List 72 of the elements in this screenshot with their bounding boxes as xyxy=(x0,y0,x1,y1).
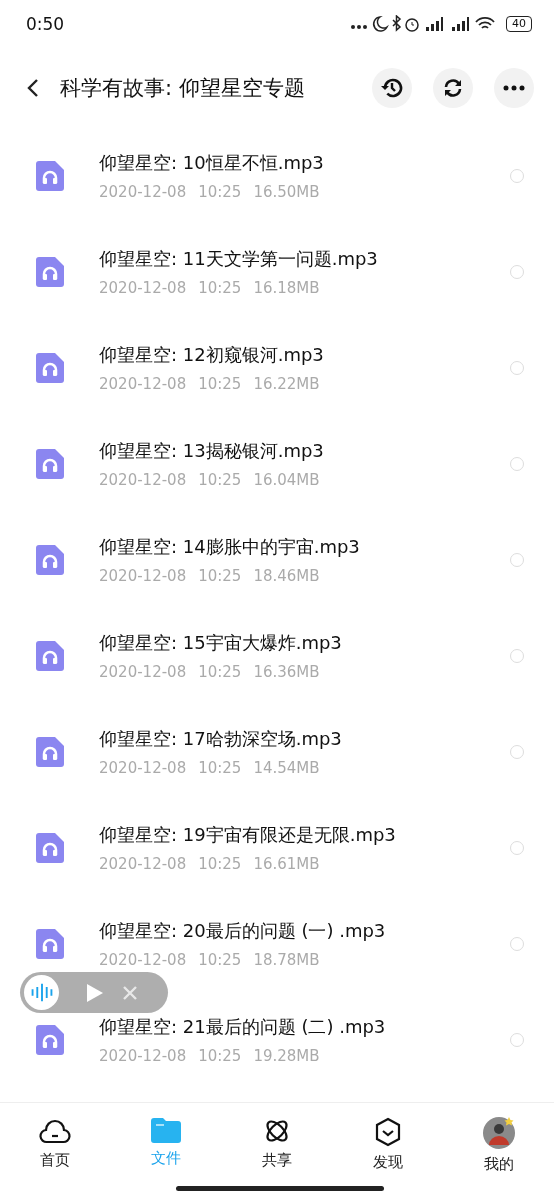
file-name[interactable]: 仰望星空: 13揭秘银河.mp3 xyxy=(99,439,510,463)
file-size: 18.46MB xyxy=(253,567,320,585)
file-date: 2020-12-08 xyxy=(99,567,187,585)
more-button[interactable] xyxy=(494,68,534,108)
file-date: 2020-12-08 xyxy=(99,375,187,393)
file-size: 19.28MB xyxy=(253,1047,320,1065)
avatar xyxy=(482,1117,515,1149)
audio-wave-icon[interactable] xyxy=(24,975,59,1010)
file-time: 10:25 xyxy=(198,183,242,201)
headphones-file-icon xyxy=(36,929,64,959)
nav-tab[interactable]: 首页 xyxy=(0,1103,111,1200)
nav-tab[interactable]: 我的 xyxy=(443,1103,554,1200)
headphones-file-icon xyxy=(36,545,64,575)
cloud-icon xyxy=(39,1117,72,1145)
battery-level: 40 xyxy=(506,16,532,32)
file-size: 16.18MB xyxy=(253,279,320,297)
file-date: 2020-12-08 xyxy=(99,471,187,489)
history-icon xyxy=(380,76,404,100)
headphones-file-icon xyxy=(36,449,64,479)
file-size: 14.54MB xyxy=(253,759,320,777)
file-date: 2020-12-08 xyxy=(99,663,187,681)
clock-time: 0:50 xyxy=(26,14,65,34)
orbit-icon xyxy=(263,1117,291,1145)
file-size: 16.04MB xyxy=(253,471,320,489)
file-date: 2020-12-08 xyxy=(99,855,187,873)
file-size: 16.50MB xyxy=(253,183,320,201)
headphones-file-icon xyxy=(36,353,64,383)
headphones-file-icon xyxy=(36,1025,64,1055)
close-icon[interactable] xyxy=(123,985,137,1000)
page-title: 科学有故事: 仰望星空专题 xyxy=(60,75,306,102)
refresh-button[interactable] xyxy=(433,68,473,108)
file-date: 2020-12-08 xyxy=(99,951,187,969)
more-icon xyxy=(503,85,525,91)
headphones-file-icon xyxy=(36,737,64,767)
file-date: 2020-12-08 xyxy=(99,183,187,201)
file-time: 10:25 xyxy=(198,951,242,969)
nav-tab[interactable]: 共享 xyxy=(221,1103,333,1200)
file-time: 10:25 xyxy=(198,855,242,873)
file-name[interactable]: 仰望星空: 20最后的问题 (一) .mp3 xyxy=(99,919,510,943)
headphones-file-icon xyxy=(36,257,64,287)
file-name[interactable]: 仰望星空: 15宇宙大爆炸.mp3 xyxy=(99,631,510,655)
file-size: 18.78MB xyxy=(253,951,320,969)
headphones-file-icon xyxy=(36,641,64,671)
headphones-file-icon xyxy=(36,161,64,191)
file-time: 10:25 xyxy=(198,663,242,681)
file-date: 2020-12-08 xyxy=(99,279,187,297)
mini-player[interactable] xyxy=(20,972,168,1013)
play-icon[interactable] xyxy=(85,981,105,1004)
refresh-icon xyxy=(442,77,464,99)
file-name[interactable]: 仰望星空: 12初窥银河.mp3 xyxy=(99,343,510,367)
file-name[interactable]: 仰望星空: 17哈勃深空场.mp3 xyxy=(99,727,510,751)
file-name[interactable]: 仰望星空: 19宇宙有限还是无限.mp3 xyxy=(99,823,510,847)
headphones-file-icon xyxy=(36,833,64,863)
file-name[interactable]: 仰望星空: 11天文学第一问题.mp3 xyxy=(99,247,510,271)
file-name[interactable]: 仰望星空: 21最后的问题 (二) .mp3 xyxy=(99,1015,510,1039)
history-button[interactable] xyxy=(372,68,412,108)
file-date: 2020-12-08 xyxy=(99,759,187,777)
file-time: 10:25 xyxy=(198,567,242,585)
file-time: 10:25 xyxy=(198,471,242,489)
file-name[interactable]: 仰望星空: 14膨胀中的宇宙.mp3 xyxy=(99,535,510,559)
file-time: 10:25 xyxy=(198,1047,242,1065)
file-name[interactable]: 仰望星空: 10恒星不恒.mp3 xyxy=(99,151,510,175)
file-time: 10:25 xyxy=(198,279,242,297)
file-size: 16.22MB xyxy=(253,375,320,393)
file-size: 16.36MB xyxy=(253,663,320,681)
folder-icon xyxy=(151,1117,182,1143)
hexagon-icon xyxy=(373,1117,402,1147)
file-time: 10:25 xyxy=(198,375,242,393)
file-date: 2020-12-08 xyxy=(99,1047,187,1065)
file-size: 16.61MB xyxy=(253,855,320,873)
nav-tab[interactable]: 发现 xyxy=(332,1103,444,1200)
file-time: 10:25 xyxy=(198,759,242,777)
